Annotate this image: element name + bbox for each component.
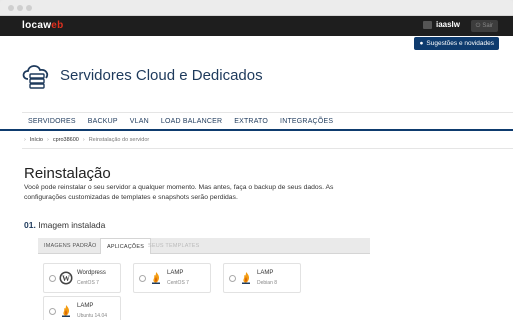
app-os: CentOS 7 [77, 280, 99, 286]
wordpress-icon: W [59, 271, 73, 285]
page-content: ● Sugestões e novidades Servidores Cloud… [0, 36, 513, 320]
chevron-right-icon: › [82, 137, 85, 143]
window-minimize-dot[interactable] [17, 5, 23, 11]
menu-item-servidores[interactable]: SERVIDORES [22, 118, 82, 125]
info-icon: ● [419, 40, 424, 47]
breadcrumb: › Início › cpro38600 › Reinstalação do s… [24, 137, 149, 143]
top-bar: locaweb iaaslw ⏻ Sair [0, 16, 513, 36]
step-heading: 01. Imagem instalada [24, 220, 105, 230]
menu-divider [0, 129, 513, 131]
app-radio[interactable] [139, 275, 146, 282]
app-name: Wordpress [77, 270, 106, 276]
svg-text:W: W [62, 274, 70, 283]
logout-button[interactable]: ⏻ Sair [470, 20, 498, 32]
breadcrumb-server[interactable]: cpro38600 [53, 137, 79, 143]
lamp-icon [62, 305, 70, 317]
app-radio[interactable] [49, 275, 56, 282]
app-card-lamp-centos[interactable]: LAMP CentOS 7 [133, 263, 211, 293]
menu-item-extrato[interactable]: EXTRATO [228, 118, 274, 125]
cloud-server-icon [22, 65, 49, 89]
app-name: LAMP [257, 270, 274, 276]
app-radio[interactable] [229, 275, 236, 282]
app-card-wordpress[interactable]: W Wordpress CentOS 7 [43, 263, 121, 293]
page-title: Servidores Cloud e Dedicados [60, 66, 263, 84]
section-title: Reinstalação [24, 165, 111, 182]
breadcrumb-home[interactable]: Início [30, 137, 43, 143]
app-radio[interactable] [49, 308, 56, 315]
browser-window: locaweb iaaslw ⏻ Sair ● Sugestões e novi… [0, 0, 513, 320]
window-close-dot[interactable] [8, 5, 14, 11]
breadcrumb-divider [22, 148, 513, 149]
app-card-lamp-debian[interactable]: LAMP Debian 8 [223, 263, 301, 293]
user-menu[interactable]: iaaslw [422, 20, 460, 29]
step-label: Imagem instalada [38, 220, 106, 230]
app-card-lamp-ubuntu[interactable]: LAMP Ubuntu 14.04 [43, 296, 121, 320]
section-description: Você pode reinstalar o seu servidor a qu… [24, 184, 334, 201]
menu-item-load-balancer[interactable]: LOAD BALANCER [155, 118, 228, 125]
tab-imagens-padrao[interactable]: IMAGENS PADRÃO [38, 238, 103, 254]
window-titlebar [0, 0, 513, 16]
app-name: LAMP [167, 270, 184, 276]
app-os: Ubuntu 14.04 [77, 313, 108, 319]
menu-item-integracoes[interactable]: INTEGRAÇÕES [274, 118, 339, 125]
suggestions-button[interactable]: ● Sugestões e novidades [414, 37, 499, 50]
app-name: LAMP [77, 303, 94, 309]
user-icon [422, 20, 432, 29]
lamp-icon [152, 272, 160, 284]
tab-seus-templates: SEUS TEMPLATES [148, 243, 200, 249]
logout-icon: ⏻ [475, 23, 481, 29]
chevron-right-icon: › [47, 137, 49, 143]
main-menu: SERVIDORES BACKUP VLAN LOAD BALANCER EXT… [22, 112, 513, 129]
image-tabs: IMAGENS PADRÃO APLICAÇÕES SEUS TEMPLATES [38, 238, 370, 254]
breadcrumb-current: Reinstalação do servidor [88, 137, 150, 143]
menu-item-vlan[interactable]: VLAN [124, 118, 155, 125]
app-os: CentOS 7 [167, 280, 189, 286]
app-os: Debian 8 [257, 280, 278, 286]
page-header: Servidores Cloud e Dedicados [20, 61, 263, 89]
step-number: 01. [24, 220, 36, 230]
user-name: iaaslw [435, 20, 460, 29]
locaweb-logo[interactable]: locaweb [22, 20, 64, 31]
chevron-right-icon: › [24, 137, 26, 143]
window-maximize-dot[interactable] [26, 5, 32, 11]
lamp-icon [242, 272, 250, 284]
menu-item-backup[interactable]: BACKUP [82, 118, 124, 125]
